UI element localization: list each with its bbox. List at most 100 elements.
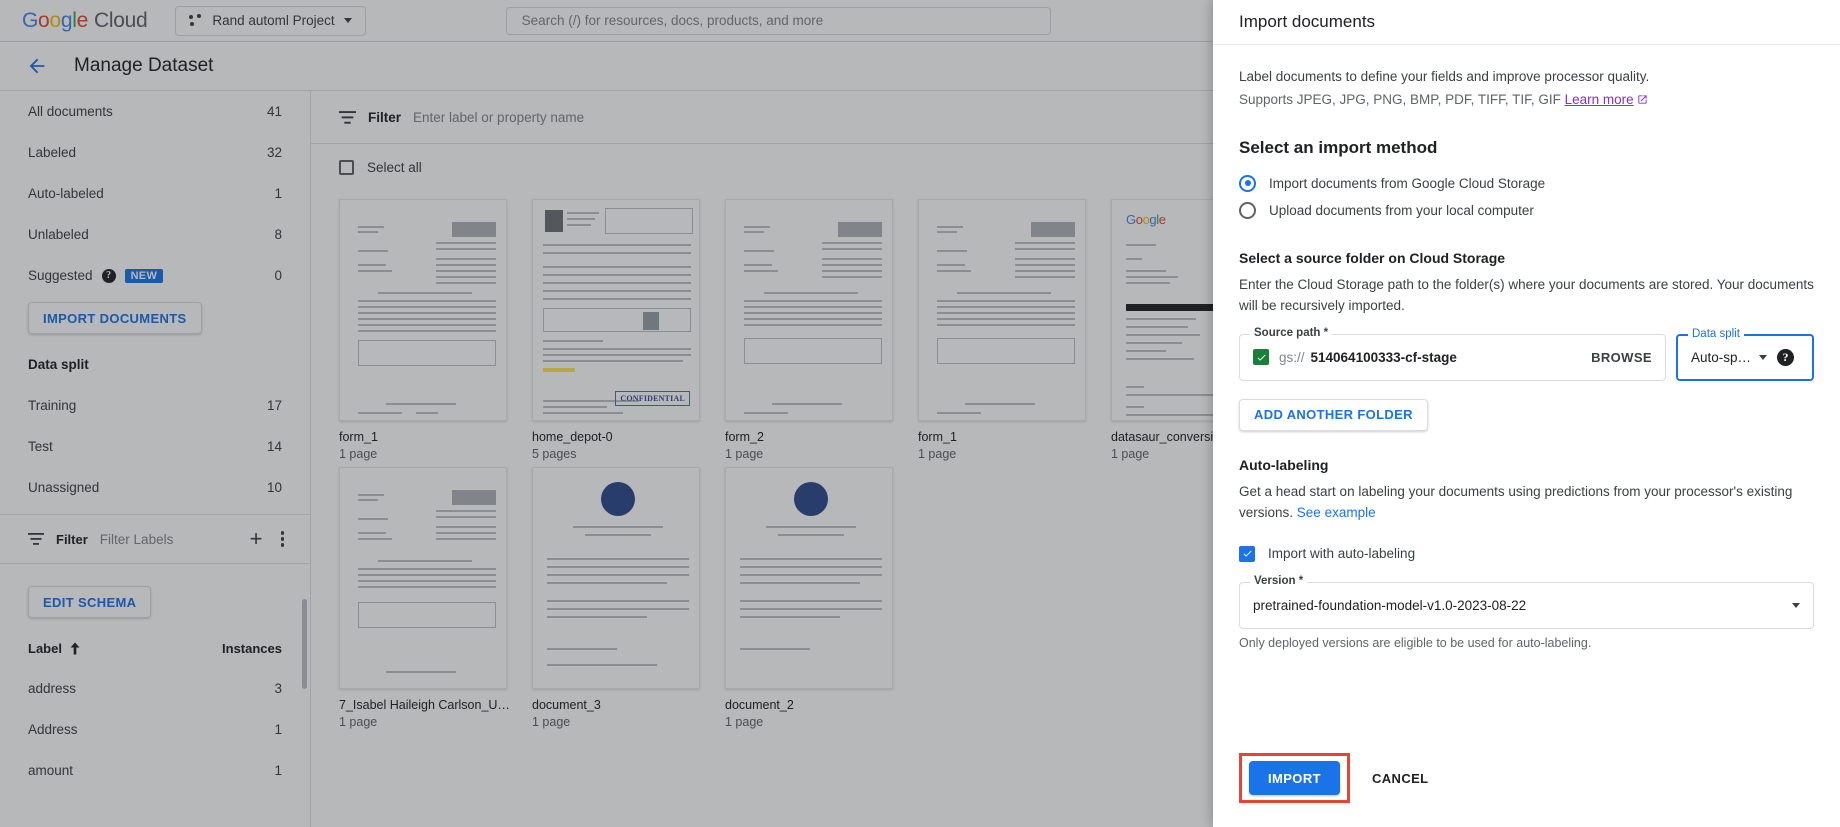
document-pages: 1 page (339, 447, 512, 461)
data-split-select[interactable]: Data split Auto-sp… ? (1676, 334, 1814, 381)
see-example-link[interactable]: See example (1297, 505, 1376, 520)
radio-button-selected[interactable] (1239, 175, 1256, 192)
sidebar-label: Training (28, 398, 267, 413)
project-icon (189, 14, 203, 27)
panel-body: Label documents to define your fields an… (1213, 45, 1840, 753)
help-icon[interactable]: ? (102, 269, 116, 283)
document-card[interactable]: form_1 1 page (908, 199, 1101, 461)
more-options-icon[interactable] (275, 531, 291, 547)
sidebar-item-labeled[interactable]: Labeled 32 (0, 132, 310, 173)
import-method-heading: Select an import method (1239, 138, 1814, 158)
sidebar-count: 8 (274, 227, 282, 242)
document-pages: 1 page (918, 447, 1091, 461)
label-name: Address (28, 722, 274, 737)
sidebar-label: Labeled (28, 145, 267, 160)
autolabeling-checkbox-checked[interactable] (1239, 546, 1255, 562)
sidebar-item-test[interactable]: Test 14 (0, 426, 310, 467)
document-name: form_1 (918, 430, 1091, 444)
label-name: amount (28, 763, 274, 778)
auto-labeling-heading: Auto-labeling (1239, 457, 1814, 473)
chevron-down-icon[interactable] (1759, 355, 1767, 360)
sidebar-item-unlabeled[interactable]: Unlabeled 8 (0, 214, 310, 255)
cancel-button[interactable]: CANCEL (1372, 771, 1429, 786)
sidebar-item-suggested[interactable]: Suggested ? NEW 0 (0, 255, 310, 296)
label-column-header[interactable]: Label (28, 641, 62, 656)
add-label-icon[interactable]: + (250, 528, 263, 550)
document-card[interactable]: 7_Isabel Haileigh Carlson_U… 1 page (329, 467, 522, 729)
document-pages: 1 page (725, 447, 898, 461)
data-split-legend: Data split (1688, 328, 1744, 340)
select-all-label: Select all (367, 160, 422, 175)
label-name: address (28, 681, 274, 696)
source-path-field[interactable]: Source path * gs:// 514064100333-cf-stag… (1239, 334, 1666, 381)
label-row[interactable]: address 3 (0, 668, 310, 709)
import-documents-button[interactable]: IMPORT DOCUMENTS (28, 302, 202, 334)
filter-icon[interactable] (28, 533, 44, 545)
document-card[interactable]: CONFIDENTIAL home_depot-0 5 pages (522, 199, 715, 461)
source-folder-heading: Select a source folder on Cloud Storage (1239, 250, 1814, 266)
browse-button[interactable]: BROWSE (1591, 350, 1652, 365)
document-thumbnail (339, 467, 507, 689)
document-card[interactable]: form_2 1 page (715, 199, 908, 461)
sidebar-label: Unlabeled (28, 227, 274, 242)
autolabeling-checkbox-label: Import with auto-labeling (1268, 546, 1415, 561)
version-hint: Only deployed versions are eligible to b… (1239, 636, 1814, 650)
source-folder-help: Enter the Cloud Storage path to the fold… (1239, 275, 1814, 317)
import-button[interactable]: IMPORT (1249, 761, 1340, 795)
sidebar-item-all-documents[interactable]: All documents 41 (0, 91, 310, 132)
document-pages: 1 page (339, 715, 512, 729)
add-another-folder-button[interactable]: ADD ANOTHER FOLDER (1239, 399, 1428, 431)
filter-labels-input[interactable]: Filter Labels (100, 532, 238, 547)
search-input[interactable]: Search (/) for resources, docs, products… (506, 7, 1051, 35)
auto-labeling-help: Get a head start on labeling your docume… (1239, 482, 1814, 524)
edit-schema-button[interactable]: EDIT SCHEMA (28, 586, 151, 618)
document-card[interactable]: document_2 1 page (715, 467, 908, 729)
label-row[interactable]: Address 1 (0, 709, 310, 750)
label-instances: 1 (274, 722, 282, 737)
back-arrow-icon[interactable] (26, 55, 48, 77)
sidebar-count: 32 (267, 145, 282, 160)
document-name: 7_Isabel Haileigh Carlson_U… (339, 698, 512, 712)
document-name: document_3 (532, 698, 705, 712)
document-name: form_2 (725, 430, 898, 444)
version-value: pretrained-foundation-model-v1.0-2023-08… (1253, 598, 1792, 613)
instances-column-header: Instances (222, 641, 282, 656)
radio-import-from-gcs[interactable]: Import documents from Google Cloud Stora… (1239, 170, 1814, 197)
document-card[interactable]: document_3 1 page (522, 467, 715, 729)
document-card[interactable]: form_1 1 page (329, 199, 522, 461)
import-with-autolabeling-row[interactable]: Import with auto-labeling (1239, 546, 1814, 562)
chevron-down-icon[interactable] (1792, 603, 1800, 608)
version-select[interactable]: Version * pretrained-foundation-model-v1… (1239, 582, 1814, 629)
valid-path-check-icon (1253, 349, 1269, 365)
radio-upload-local[interactable]: Upload documents from your local compute… (1239, 197, 1814, 224)
gs-prefix-label: gs:// (1279, 350, 1305, 365)
document-thumbnail (918, 199, 1086, 421)
document-name: home_depot-0 (532, 430, 705, 444)
sidebar-label: All documents (28, 104, 267, 119)
document-pages: 5 pages (532, 447, 705, 461)
help-icon[interactable]: ? (1777, 349, 1794, 366)
radio-label: Upload documents from your local compute… (1269, 203, 1534, 218)
learn-more-link[interactable]: Learn more (1565, 92, 1648, 107)
filter-icon[interactable] (339, 111, 356, 124)
import-button-highlight: IMPORT (1239, 753, 1350, 803)
sidebar-item-training[interactable]: Training 17 (0, 385, 310, 426)
radio-button-unselected[interactable] (1239, 202, 1256, 219)
sidebar-item-unassigned[interactable]: Unassigned 10 (0, 467, 310, 508)
sidebar-scrollbar[interactable] (302, 599, 307, 689)
google-cloud-logo[interactable]: GoogleCloud (22, 9, 147, 33)
document-name: document_2 (725, 698, 898, 712)
document-filter-input[interactable]: Enter label or property name (413, 110, 584, 125)
select-all-checkbox[interactable] (339, 160, 354, 175)
sidebar-item-auto-labeled[interactable]: Auto-labeled 1 (0, 173, 310, 214)
filter-label: Filter (368, 110, 401, 125)
document-pages: 1 page (725, 715, 898, 729)
project-selector[interactable]: Rand automl Project (175, 6, 365, 36)
sidebar-count: 1 (274, 186, 282, 201)
label-row[interactable]: amount 1 (0, 750, 310, 791)
sort-ascending-icon[interactable] (69, 642, 81, 655)
chevron-down-icon (344, 18, 352, 23)
sidebar-count: 10 (267, 480, 282, 495)
source-path-input[interactable]: 514064100333-cf-stage (1311, 350, 1592, 365)
source-path-row: Source path * gs:// 514064100333-cf-stag… (1239, 334, 1814, 381)
